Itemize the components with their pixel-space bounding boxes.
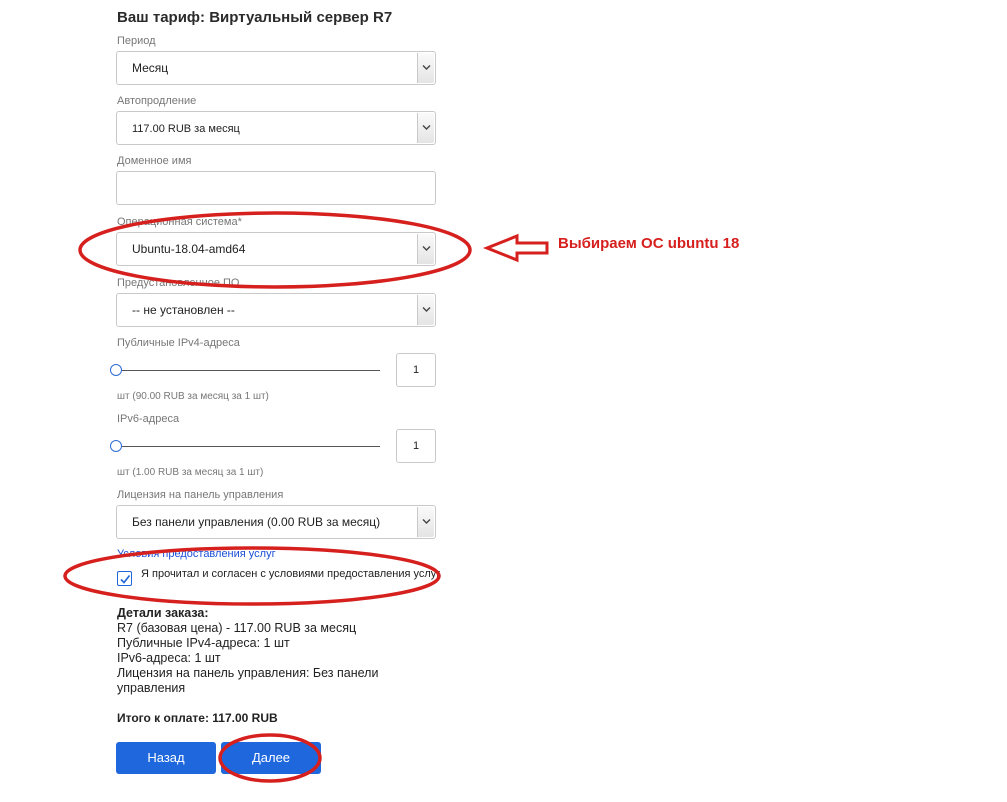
terms-highlight-ellipse xyxy=(63,546,441,606)
next-highlight-ellipse xyxy=(218,733,322,783)
annotation-label: Выбираем ОС ubuntu 18 xyxy=(558,235,740,252)
os-highlight-ellipse xyxy=(78,211,472,289)
arrow-left-icon xyxy=(482,233,549,263)
annotation-overlay xyxy=(63,211,549,783)
